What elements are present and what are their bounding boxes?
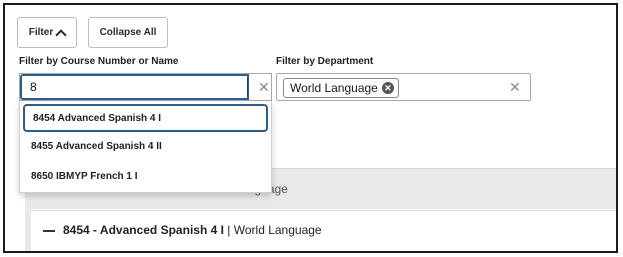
course-row-title: 8454 - Advanced Spanish 4 I | World Lang…: [63, 223, 322, 237]
course-row-department: | World Language: [227, 223, 322, 237]
collapse-all-button[interactable]: Collapse All: [88, 17, 168, 48]
filter-button-label: Filter: [28, 27, 54, 38]
suggestion-item[interactable]: 8650 IBMYP French 1 I: [23, 164, 268, 192]
suggestion-item[interactable]: 8454 Advanced Spanish 4 I: [23, 104, 268, 132]
course-search-input[interactable]: 8: [20, 74, 249, 100]
course-row[interactable]: 8454 - Advanced Spanish 4 I | World Lang…: [31, 210, 616, 251]
department-filter-label: Filter by Department: [276, 56, 374, 67]
close-icon[interactable]: ✕: [258, 78, 270, 96]
department-tag: World Language ✕: [283, 78, 399, 98]
minus-icon[interactable]: [43, 230, 55, 232]
text-cursor: [247, 78, 248, 96]
app-frame: Filter Collapse All Filter by Course Num…: [3, 3, 618, 253]
suggestion-item[interactable]: 8455 Advanced Spanish 4 II: [23, 134, 268, 162]
chevron-up-icon: [55, 28, 67, 41]
filter-toggle-button[interactable]: Filter: [17, 17, 77, 48]
course-row-name: 8454 - Advanced Spanish 4 I: [63, 223, 224, 237]
remove-circle-icon[interactable]: ✕: [381, 82, 394, 94]
department-tag-label: World Language: [290, 81, 378, 95]
department-filter-field[interactable]: World Language ✕ ✕: [276, 73, 531, 101]
close-icon[interactable]: ✕: [509, 78, 521, 96]
course-filter-label: Filter by Course Number or Name: [19, 56, 179, 67]
course-filter-field[interactable]: 8 ✕: [19, 73, 272, 101]
course-suggestions-dropdown: 8454 Advanced Spanish 4 I 8455 Advanced …: [19, 101, 272, 193]
